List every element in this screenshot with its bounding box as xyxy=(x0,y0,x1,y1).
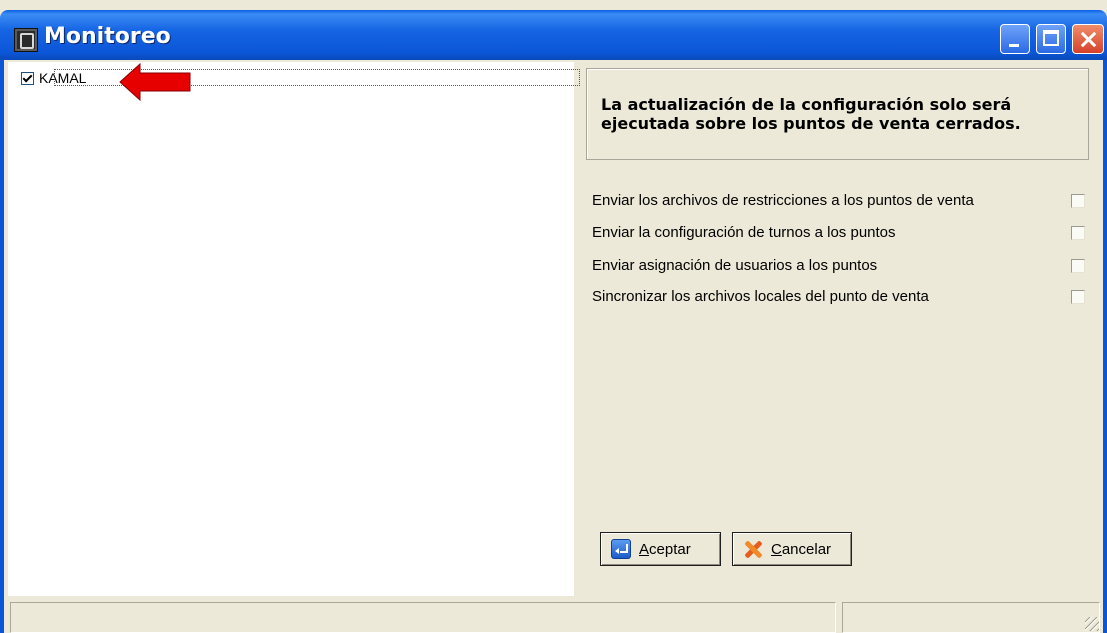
title-bar[interactable]: Monitoreo xyxy=(0,10,1107,60)
option-checkbox-users[interactable] xyxy=(1071,259,1085,273)
minimize-icon[interactable] xyxy=(1000,24,1030,54)
points-of-sale-tree[interactable]: KAMAL xyxy=(8,62,580,596)
option-checkbox-sync-files[interactable] xyxy=(1071,290,1085,304)
accept-button[interactable]: Aceptar xyxy=(600,532,721,566)
info-panel: La actualización de la configuración sol… xyxy=(586,68,1089,160)
option-label-sync-files: Sincronizar los archivos locales del pun… xyxy=(592,288,929,305)
cancel-x-icon xyxy=(743,539,763,559)
option-label-restrictions: Enviar los archivos de restricciones a l… xyxy=(592,192,974,209)
window-border-right xyxy=(1103,60,1107,633)
window-title: Monitoreo xyxy=(44,24,171,49)
maximize-icon[interactable] xyxy=(1036,24,1066,54)
tree-item-checkbox[interactable] xyxy=(21,71,34,85)
status-pane-secondary xyxy=(842,602,1100,633)
cancel-button-label: Cancelar xyxy=(771,540,832,558)
option-label-shifts: Enviar la configuración de turnos a los … xyxy=(592,224,896,241)
resize-grip-icon[interactable] xyxy=(1085,617,1099,631)
red-arrow-icon xyxy=(119,63,191,101)
app-icon[interactable] xyxy=(14,28,38,52)
option-label-users: Enviar asignación de usuarios a los punt… xyxy=(592,257,878,274)
window-border-left xyxy=(0,60,4,633)
option-checkbox-restrictions[interactable] xyxy=(1071,194,1085,208)
accept-button-label: Aceptar xyxy=(639,540,691,558)
option-checkbox-shifts[interactable] xyxy=(1071,226,1085,240)
close-icon[interactable] xyxy=(1072,24,1104,54)
cancel-button[interactable]: Cancelar xyxy=(732,532,852,566)
enter-icon xyxy=(611,539,631,559)
status-pane-main xyxy=(10,602,836,633)
info-message: La actualización de la configuración sol… xyxy=(601,95,1021,133)
status-bar xyxy=(8,600,1103,633)
monitoreo-window: Monitoreo KAMAL La actualización de la c… xyxy=(0,0,1107,633)
